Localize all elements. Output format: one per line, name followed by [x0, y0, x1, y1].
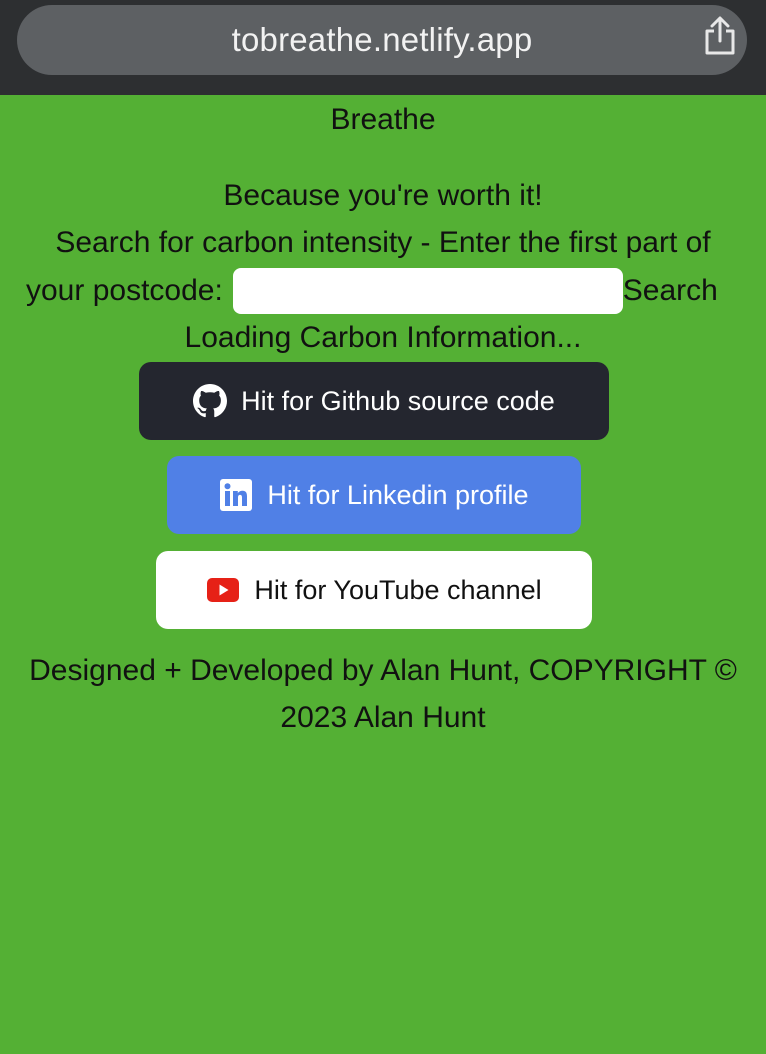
youtube-button[interactable]: Hit for YouTube channel: [156, 551, 592, 629]
linkedin-icon: [219, 478, 253, 512]
footer-credit: Designed + Developed by Alan Hunt, COPYR…: [29, 654, 737, 687]
page-content: Breathe Because you're worth it! Search …: [0, 95, 766, 1054]
browser-toolbar: tobreathe.netlify.app: [0, 0, 766, 95]
github-icon: [193, 384, 228, 418]
tagline: Because you're worth it!: [223, 179, 543, 212]
share-icon[interactable]: [702, 16, 738, 56]
address-bar[interactable]: tobreathe.netlify.app: [17, 5, 747, 75]
search-row: your postcode: Search: [26, 267, 718, 315]
url-text[interactable]: tobreathe.netlify.app: [232, 21, 533, 59]
linkedin-button[interactable]: Hit for Linkedin profile: [167, 456, 581, 534]
site-title: Breathe: [330, 103, 436, 136]
youtube-icon: [206, 573, 240, 607]
loading-status: Loading Carbon Information...: [184, 321, 582, 354]
github-button-label: Hit for Github source code: [241, 385, 555, 416]
postcode-input[interactable]: [232, 268, 623, 314]
linkedin-button-label: Hit for Linkedin profile: [267, 479, 529, 510]
footer-year: 2023 Alan Hunt: [280, 701, 486, 734]
search-button[interactable]: Search: [623, 274, 718, 308]
search-prompt: Search for carbon intensity - Enter the …: [55, 226, 711, 259]
github-button[interactable]: Hit for Github source code: [139, 362, 609, 440]
footer: Designed + Developed by Alan Hunt, COPYR…: [0, 647, 766, 741]
youtube-button-label: Hit for YouTube channel: [254, 574, 542, 605]
postcode-label: your postcode:: [26, 274, 223, 307]
